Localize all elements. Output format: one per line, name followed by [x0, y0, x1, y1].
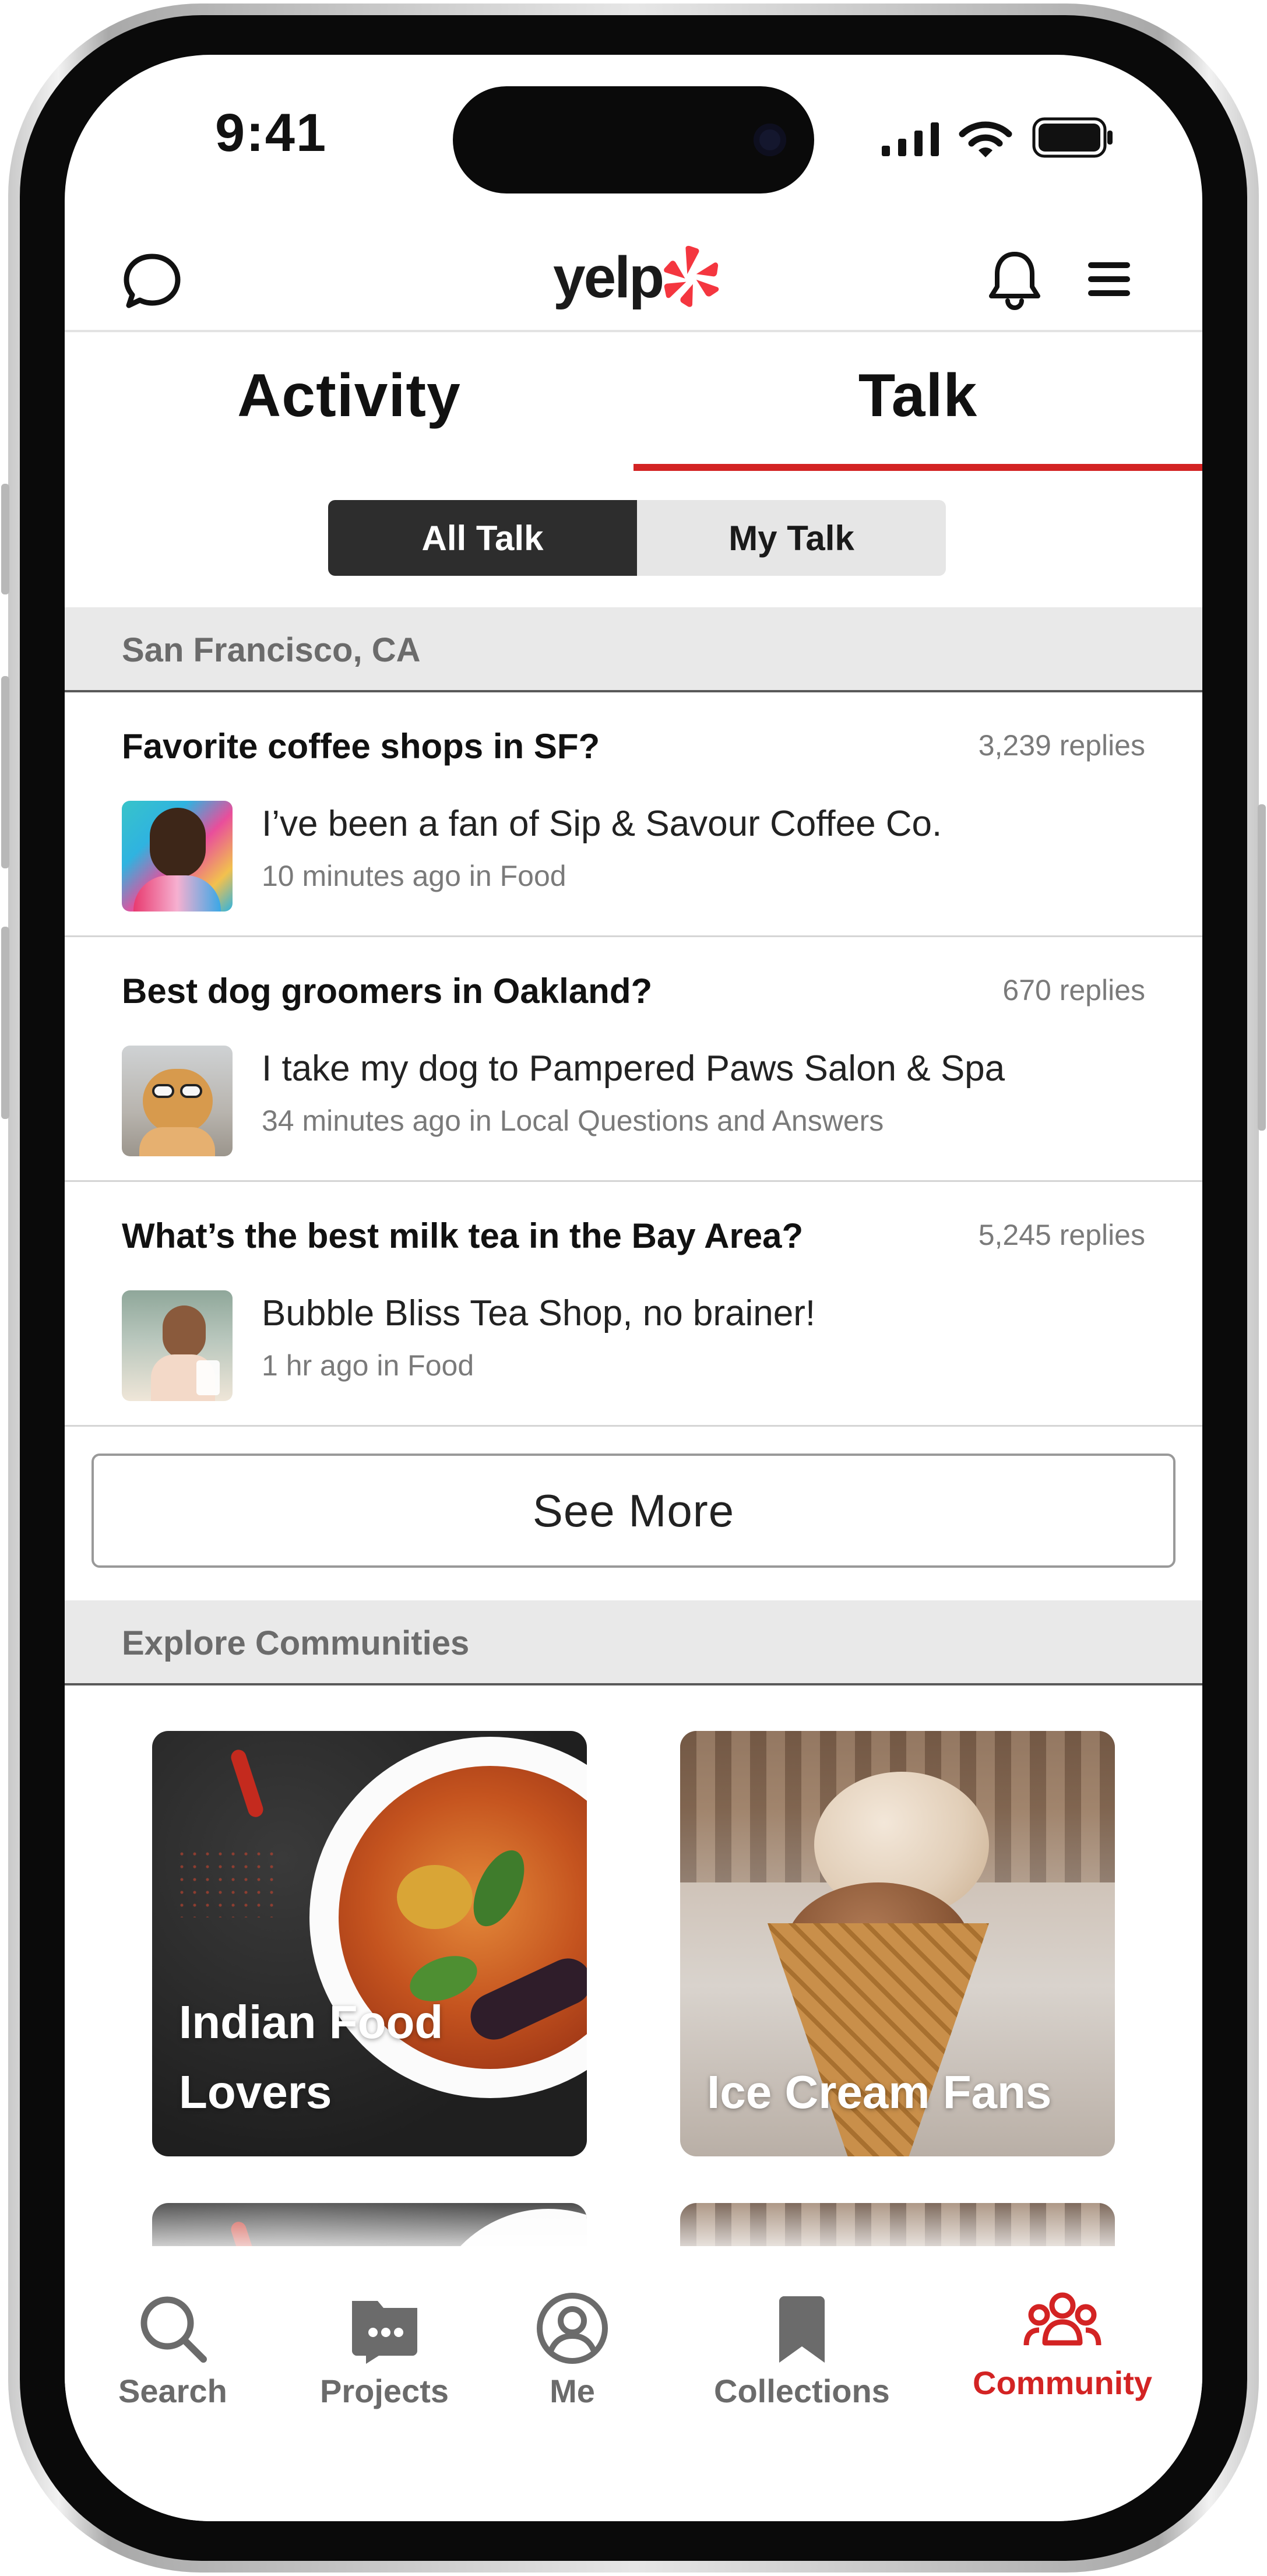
app-screen: 9:41 yelp Activity Talk All Talk My Talk…: [65, 55, 1202, 2521]
yelp-logo[interactable]: yelp: [553, 237, 720, 318]
reply-count: 5,245 replies: [978, 1219, 1145, 1251]
active-tab-indicator: [634, 464, 1202, 471]
thread-title[interactable]: Best dog groomers in Oakland?: [122, 971, 652, 1011]
thread-snippet: I’ve been a fan of Sip & Savour Coffee C…: [262, 804, 942, 844]
reply-count: 670 replies: [1002, 974, 1145, 1007]
community-card-indian-food[interactable]: Indian Food Lovers: [152, 1731, 587, 2156]
spice-decoration: [175, 1847, 280, 1917]
community-title-line: Indian Food: [179, 1996, 444, 2048]
community-title-line: Lovers: [179, 2066, 332, 2118]
nav-label: Me: [550, 2373, 595, 2409]
communities-section-header: Explore Communities: [65, 1600, 1202, 1685]
community-icon: [1023, 2292, 1101, 2346]
chat-bubble-icon[interactable]: [122, 251, 182, 311]
thread-snippet: I take my dog to Pampered Paws Salon & S…: [262, 1048, 1005, 1089]
nav-projects[interactable]: Projects: [320, 2290, 449, 2410]
bottom-nav: Search Projects Me Collections Community: [65, 2246, 1202, 2521]
community-card-title: Ice Cream Fans: [707, 2057, 1051, 2127]
volume-down-button: [1, 927, 9, 1119]
profile-icon: [537, 2293, 608, 2364]
volume-up-button: [1, 676, 9, 868]
all-talk-toggle[interactable]: All Talk: [328, 500, 637, 576]
talk-thread-row[interactable]: Best dog groomers in Oakland? 670 replie…: [65, 937, 1202, 1182]
my-talk-toggle[interactable]: My Talk: [637, 500, 946, 576]
communities-title: Explore Communities: [122, 1624, 470, 1662]
dynamic-island: [453, 86, 814, 193]
nav-label: Search: [118, 2373, 227, 2409]
yelp-burst-icon: [664, 245, 719, 307]
bookmark-icon: [779, 2296, 825, 2363]
thread-meta: 34 minutes ago in Local Questions and An…: [262, 1104, 884, 1137]
nav-label: Community: [973, 2364, 1152, 2401]
search-icon: [140, 2296, 207, 2363]
user-avatar: [122, 801, 233, 912]
reply-count: 3,239 replies: [978, 729, 1145, 762]
front-camera: [754, 124, 786, 156]
thread-title[interactable]: Favorite coffee shops in SF?: [122, 726, 600, 766]
chili-decoration: [229, 1747, 265, 1820]
nav-label: Projects: [320, 2373, 449, 2409]
battery-icon: [1032, 117, 1113, 158]
talk-thread-row[interactable]: What’s the best milk tea in the Bay Area…: [65, 1182, 1202, 1427]
cellular-signal-icon: [882, 122, 942, 156]
logo-text: yelp: [553, 244, 664, 310]
user-avatar: [122, 1290, 233, 1401]
thread-title[interactable]: What’s the best milk tea in the Bay Area…: [122, 1216, 803, 1256]
projects-icon: [351, 2301, 417, 2364]
menu-icon[interactable]: [1086, 260, 1132, 298]
nav-search[interactable]: Search: [118, 2290, 227, 2410]
nav-label: Collections: [714, 2373, 890, 2409]
status-time: 9:41: [215, 103, 328, 163]
location-title: San Francisco, CA: [122, 631, 421, 669]
nav-me[interactable]: Me: [534, 2290, 610, 2410]
tab-talk[interactable]: Talk: [634, 340, 1202, 451]
bell-icon[interactable]: [986, 248, 1044, 311]
app-header: yelp: [65, 230, 1202, 332]
nav-collections[interactable]: Collections: [714, 2290, 890, 2410]
location-section-header: San Francisco, CA: [65, 607, 1202, 692]
action-button: [1, 484, 9, 594]
user-avatar: [122, 1046, 233, 1156]
see-more-button[interactable]: See More: [91, 1454, 1176, 1568]
wifi-icon: [959, 121, 1012, 157]
thread-meta: 10 minutes ago in Food: [262, 860, 566, 892]
talk-thread-row[interactable]: Favorite coffee shops in SF? 3,239 repli…: [65, 692, 1202, 937]
nav-community[interactable]: Community: [973, 2282, 1152, 2402]
community-card-ice-cream[interactable]: Ice Cream Fans: [680, 1731, 1115, 2156]
community-card-title: Indian Food Lovers: [179, 1987, 443, 2127]
community-title-line: Ice Cream Fans: [707, 2066, 1052, 2118]
potato: [397, 1865, 473, 1929]
power-button: [1258, 804, 1266, 1131]
tab-activity[interactable]: Activity: [65, 340, 634, 451]
thread-snippet: Bubble Bliss Tea Shop, no brainer!: [262, 1293, 816, 1333]
thread-meta: 1 hr ago in Food: [262, 1349, 474, 1382]
